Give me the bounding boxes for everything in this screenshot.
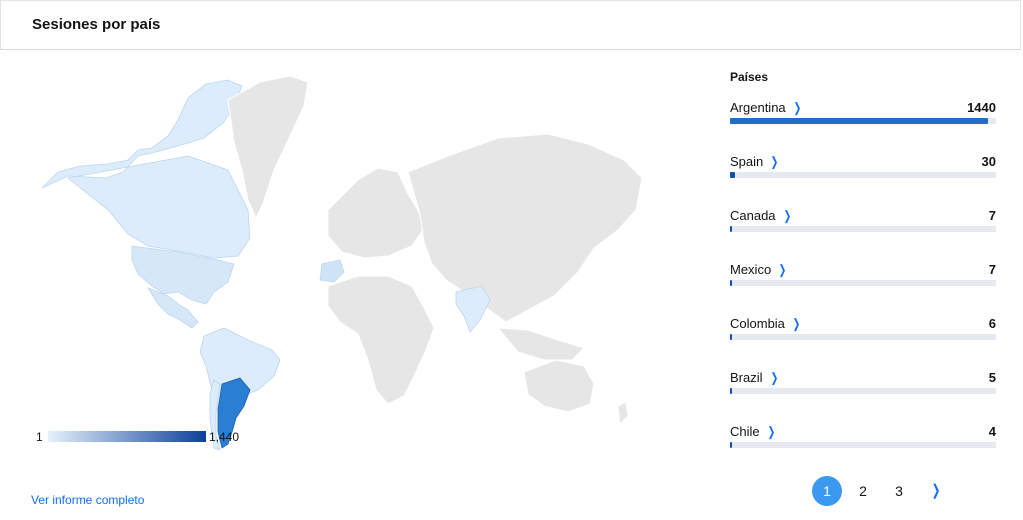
country-bar-fill	[730, 280, 732, 286]
country-value: 30	[981, 154, 996, 169]
chevron-right-icon: ❯	[783, 208, 791, 223]
country-name: Chile	[730, 424, 760, 439]
country-bar-fill	[730, 334, 732, 340]
country-bar-fill	[730, 226, 732, 232]
country-link[interactable]: Mexico ❯	[730, 262, 788, 278]
country-bar-track	[730, 172, 996, 178]
map-region-europe	[327, 167, 425, 259]
map-region-india	[455, 285, 491, 333]
country-name: Spain	[730, 154, 764, 169]
country-name: Brazil	[730, 370, 763, 385]
chevron-right-icon: ❯	[770, 370, 778, 385]
country-row: Spain ❯ 30	[730, 154, 996, 208]
country-link[interactable]: Colombia ❯	[730, 316, 802, 332]
page-3-button[interactable]: 3	[884, 476, 914, 506]
legend-max: 1,440	[209, 430, 240, 444]
country-bar-track	[730, 388, 996, 394]
legend-gradient	[48, 431, 206, 442]
country-name: Mexico	[730, 262, 772, 277]
country-row: Brazil ❯ 5	[730, 370, 996, 424]
country-value: 7	[988, 262, 996, 277]
country-link[interactable]: Argentina ❯	[730, 100, 803, 116]
country-value: 4	[988, 424, 996, 439]
map-region-spain	[319, 259, 345, 283]
chevron-right-icon: ❯	[792, 316, 801, 331]
chevron-right-icon: ❯	[778, 262, 787, 277]
card-header: Sesiones por país	[0, 0, 1021, 50]
countries-title: Países	[730, 70, 769, 84]
full-report-link[interactable]: Ver informe completo	[31, 493, 144, 507]
country-name: Colombia	[730, 316, 785, 331]
country-row: Argentina ❯ 1440	[730, 100, 996, 154]
chevron-right-icon: ❯	[793, 100, 801, 115]
map-region-southeast-asia	[496, 327, 585, 361]
card-title: Sesiones por país	[32, 16, 161, 33]
chevron-right-icon: ❯	[770, 154, 779, 169]
country-bar-track	[730, 442, 996, 448]
map-legend: 1 1,440	[36, 430, 256, 444]
country-row: Canada ❯ 7	[730, 208, 996, 262]
country-name: Argentina	[730, 100, 786, 115]
country-value: 5	[988, 370, 996, 385]
country-value: 7	[988, 208, 996, 223]
country-row: Mexico ❯ 7	[730, 262, 996, 316]
country-bar-fill	[730, 118, 988, 124]
country-bar-fill	[730, 388, 732, 394]
world-map	[28, 60, 658, 460]
country-row: Colombia ❯ 6	[730, 316, 996, 370]
chevron-right-icon: ❯	[767, 424, 775, 439]
countries-list: Argentina ❯ 1440 Spain ❯ 30 Canada ❯ 7 Mexico ❯ 7 Co…	[730, 100, 996, 478]
map-region-australia	[523, 359, 595, 413]
country-bar-track	[730, 118, 996, 124]
page-2-button[interactable]: 2	[848, 476, 878, 506]
countries-panel: Países Argentina ❯ 1440 Spain ❯ 30 Canada ❯ 7 Mex…	[730, 70, 996, 478]
map-region-canada	[41, 79, 251, 259]
country-link[interactable]: Brazil ❯	[730, 370, 779, 386]
map-region-africa	[327, 275, 435, 405]
country-bar-track	[730, 226, 996, 232]
country-link[interactable]: Canada ❯	[730, 208, 792, 224]
map-region-asia	[407, 133, 643, 323]
country-value: 6	[988, 316, 996, 331]
chevron-right-icon[interactable]: ❯	[929, 476, 943, 506]
legend-min: 1	[36, 430, 43, 444]
page-1-button[interactable]: 1	[812, 476, 842, 506]
country-bar-track	[730, 280, 996, 286]
country-name: Canada	[730, 208, 776, 223]
country-link[interactable]: Spain ❯	[730, 154, 780, 170]
country-link[interactable]: Chile ❯	[730, 424, 777, 440]
country-value: 1440	[967, 100, 996, 115]
country-bar-track	[730, 334, 996, 340]
country-row: Chile ❯ 4	[730, 424, 996, 478]
map-region-new-zealand	[617, 401, 629, 426]
country-bar-fill	[730, 442, 732, 448]
country-bar-fill	[730, 172, 735, 178]
